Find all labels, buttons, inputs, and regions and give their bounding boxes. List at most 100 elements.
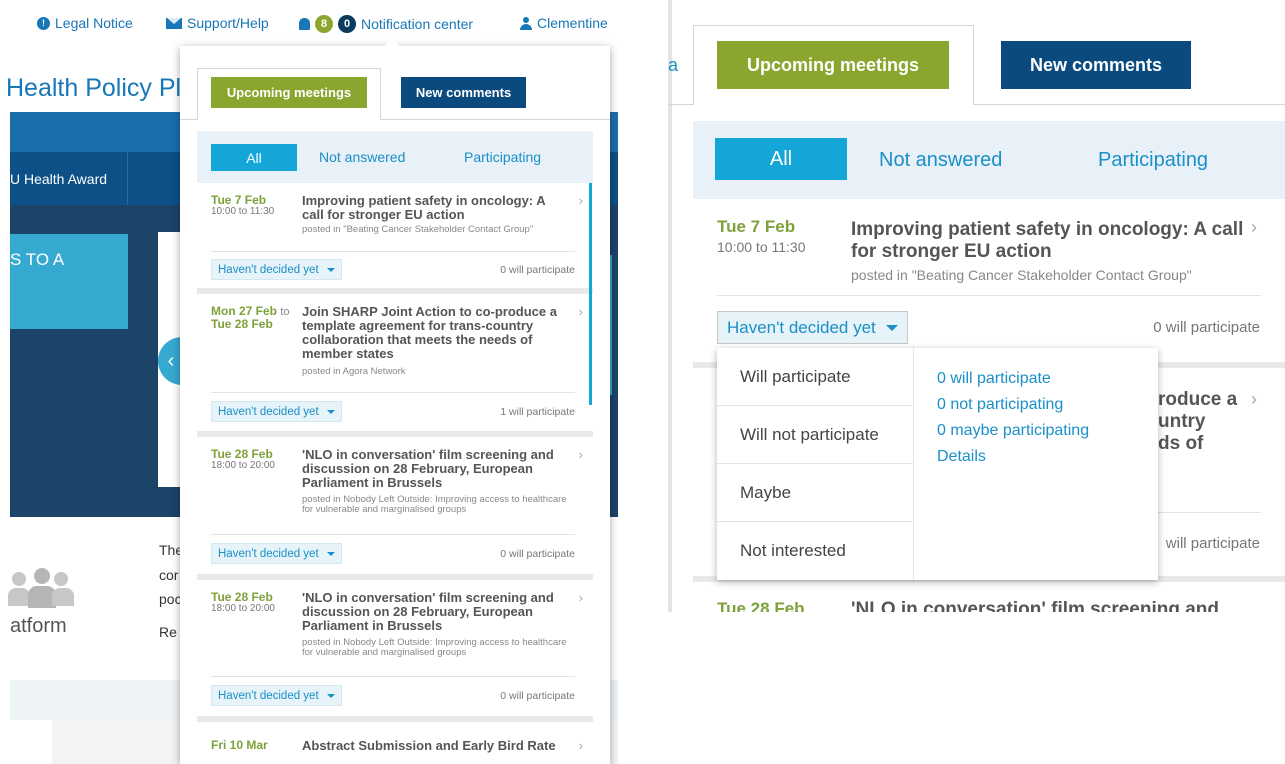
rsvp-label: Haven't decided yet [218,547,319,560]
rsvp-option-will-participate[interactable]: Will participate [717,348,913,406]
chevron-right-icon[interactable]: › [579,304,583,319]
chevron-right-icon[interactable]: › [579,590,583,605]
details-link[interactable]: Details [937,444,1089,470]
stat-not-participating[interactable]: 0 not participating [937,392,1089,418]
meeting-time: 18:00 to 20:00 [211,603,275,614]
meeting-posted-in: posted in "Beating Cancer Stakeholder Co… [851,267,1192,283]
participant-count: 1 will participate [500,406,575,418]
community-icon [8,566,78,611]
meeting-title[interactable]: Improving patient safety in oncology: A … [851,219,1251,263]
rsvp-label: Haven't decided yet [218,263,319,276]
meeting-title-fragment: untry [1158,411,1206,432]
notification-center-link[interactable]: 8 0 Notification center [299,15,473,33]
meeting-posted-in: posted in Nobody Left Outside: Improving… [302,637,567,658]
meeting-title[interactable]: 'NLO in conversation' film screening and… [302,591,564,633]
meeting-date: Tue 7 Feb [717,217,796,236]
participant-count: 0 will participate [500,548,575,560]
rsvp-dropdown-menu: Will participate Will not participate Ma… [717,348,1158,580]
meeting-time: 18:00 to 20:00 [211,460,275,471]
upcoming-meetings-button[interactable]: Upcoming meetings [717,41,949,89]
filter-all[interactable]: All [715,138,847,180]
notification-center-label: Notification center [361,16,474,32]
filter-all[interactable]: All [211,144,297,171]
rsvp-stats: 0 will participate 0 not participating 0… [937,366,1089,470]
rsvp-label: Haven't decided yet [218,689,319,702]
meeting-title[interactable]: Join SHARP Joint Action to co-produce a … [302,305,564,361]
popup-scrollbar[interactable] [589,183,592,405]
chevron-right-icon[interactable]: › [1251,217,1257,238]
support-link[interactable]: Support/Help [166,15,269,31]
rsvp-dropdown[interactable]: Haven't decided yet [211,543,342,564]
meeting-title-fragment: ds of [1158,433,1204,454]
notification-popup: Upcoming meetings New comments All Not a… [180,46,610,764]
meeting-date-end: Tue 28 Feb [211,317,273,331]
rsvp-option-will-not-participate[interactable]: Will not participate [717,406,913,464]
legal-notice-label: Legal Notice [55,15,133,31]
participant-count: will participate [1165,535,1260,552]
nav-item-health-award[interactable]: U Health Award [10,171,107,187]
caret-down-icon [326,267,335,272]
participant-count: 0 will participate [1153,319,1260,336]
meeting-list: Tue 7 Feb 10:00 to 11:30 Improving patie… [197,183,593,764]
meeting-title-fragment: roduce a [1158,389,1238,410]
text-fragment: Re [159,624,177,640]
new-comments-button[interactable]: New comments [1001,41,1191,89]
text-fragment: poc [159,591,182,607]
meeting-item[interactable]: Tue 28 Feb 18:00 to 20:00 'NLO in conver… [197,580,593,722]
meeting-posted-in: posted in Agora Network [302,366,406,377]
upcoming-meetings-button[interactable]: Upcoming meetings [211,77,367,108]
rsvp-dropdown[interactable]: Haven't decided yet [717,311,908,344]
new-comments-button[interactable]: New comments [401,77,526,108]
background-website: ! Legal Notice Support/Help 8 0 Notifica… [0,0,618,764]
nav-divider [127,152,128,205]
rsvp-dropdown[interactable]: Haven't decided yet [211,685,342,706]
caret-down-icon [326,693,335,698]
meeting-filter-bar: All Not answered Participating [693,121,1285,199]
meeting-filter-bar: All Not answered Participating [197,131,593,183]
text-fragment: a [668,55,679,75]
popup-caret [384,38,400,46]
meeting-item[interactable]: Fri 10 Mar Abstract Submission and Early… [197,722,593,764]
filter-not-answered[interactable]: Not answered [879,149,1002,172]
meeting-item[interactable]: Tue 7 Feb 10:00 to 11:30 Improving patie… [197,183,593,294]
user-icon [520,16,532,30]
filter-not-answered[interactable]: Not answered [319,149,405,165]
user-menu-link[interactable]: Clementine [520,15,608,31]
stat-will-participate[interactable]: 0 will participate [937,366,1089,392]
meeting-date: Tue 28 Feb [211,590,273,604]
meeting-time: 10:00 to 11:30 [717,239,806,255]
legal-notice-link[interactable]: ! Legal Notice [37,15,133,31]
rsvp-option-maybe[interactable]: Maybe [717,464,913,522]
participant-count: 0 will participate [500,264,575,276]
meeting-item[interactable]: Mon 27 Feb to Tue 28 Feb Join SHARP Join… [197,294,593,437]
chevron-right-icon[interactable]: › [579,738,583,753]
support-label: Support/Help [187,15,269,31]
filter-participating[interactable]: Participating [1098,149,1208,172]
zoom-left-edge [668,0,672,612]
meeting-posted-in: posted in "Beating Cancer Stakeholder Co… [302,224,534,235]
stat-maybe-participating[interactable]: 0 maybe participating [937,418,1089,444]
rsvp-dropdown[interactable]: Haven't decided yet [211,259,342,280]
meeting-date: Mon 27 Feb to [211,304,290,318]
rsvp-label: Haven't decided yet [727,317,876,337]
chevron-right-icon[interactable]: › [579,193,583,208]
meeting-date: Tue 7 Feb [211,193,267,207]
chevron-right-icon[interactable]: › [579,447,583,462]
bell-icon [299,18,310,30]
participant-count: 0 will participate [500,690,575,702]
chevron-right-icon[interactable]: › [1251,389,1257,410]
rsvp-dropdown[interactable]: Haven't decided yet [211,401,342,422]
meeting-title[interactable]: Improving patient safety in oncology: A … [302,194,564,222]
caret-down-icon [326,551,335,556]
meeting-title[interactable]: Abstract Submission and Early Bird Rate [302,739,564,753]
meeting-item[interactable]: Tue 28 Feb 18:00 to 20:00 'NLO in conver… [197,437,593,580]
meeting-date: Tue 28 Feb [211,447,273,461]
rsvp-option-not-interested[interactable]: Not interested [717,522,913,580]
rsvp-label: Haven't decided yet [218,405,319,418]
filter-participating[interactable]: Participating [464,149,541,165]
comment-count-badge: 0 [338,15,356,33]
caret-down-icon [326,409,335,414]
platform-label: atform [10,615,67,637]
notification-count-badge: 8 [315,15,333,33]
meeting-title[interactable]: 'NLO in conversation' film screening and… [302,448,564,490]
